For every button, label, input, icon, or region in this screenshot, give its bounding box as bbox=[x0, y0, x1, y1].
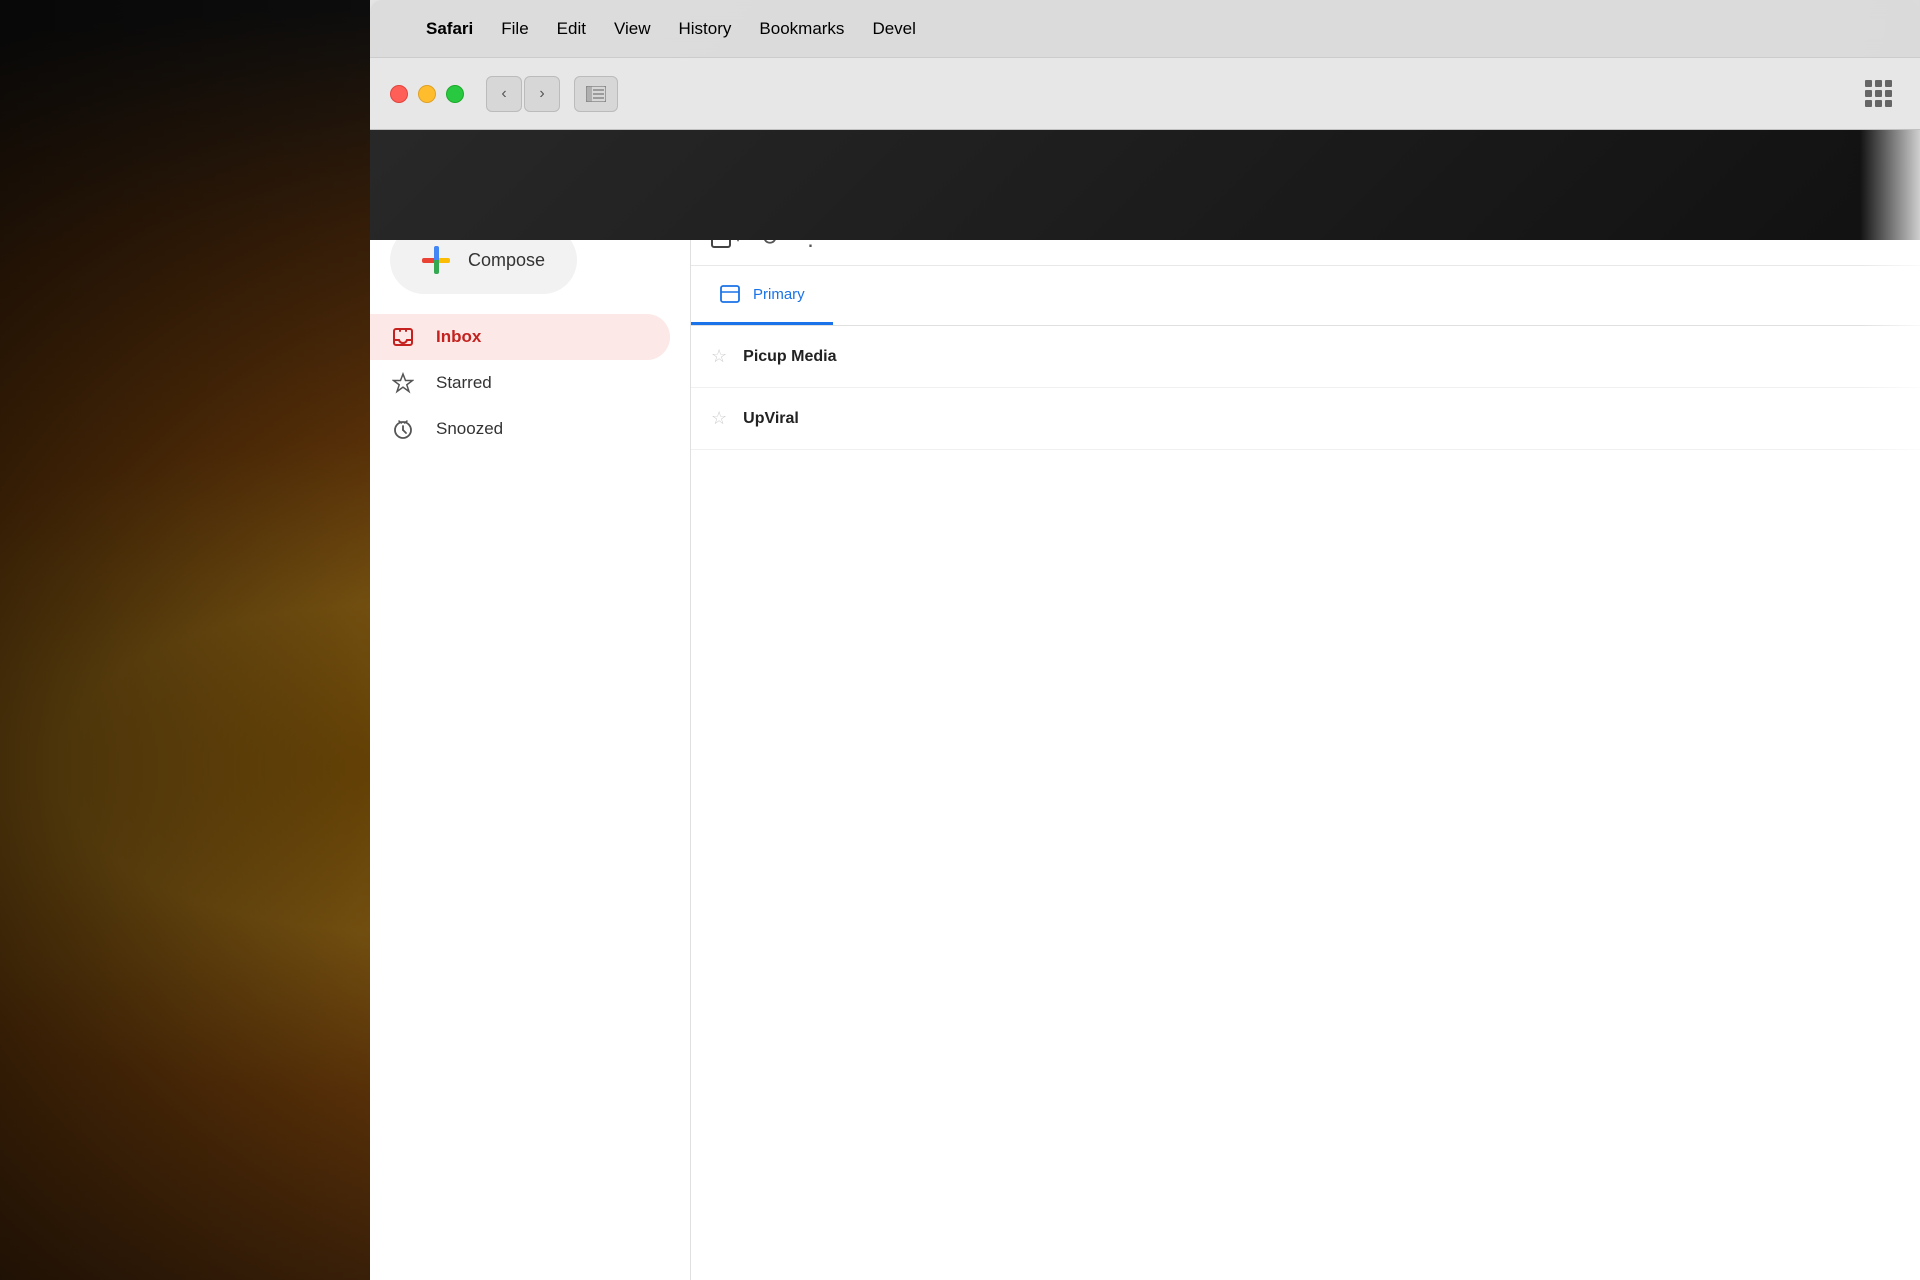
menubar-view[interactable]: View bbox=[614, 19, 651, 39]
close-button[interactable] bbox=[390, 85, 408, 103]
grid-icon bbox=[1865, 80, 1892, 107]
sidebar-icon bbox=[586, 86, 606, 102]
nav-item-starred[interactable]: Starred bbox=[370, 360, 670, 406]
menubar-safari[interactable]: Safari bbox=[426, 19, 473, 39]
email-sender-2: UpViral bbox=[743, 410, 943, 428]
starred-icon bbox=[390, 370, 416, 396]
grid-button[interactable] bbox=[1856, 76, 1900, 112]
primary-tab-label: Primary bbox=[753, 286, 805, 303]
inbox-tabs: Primary bbox=[691, 266, 1920, 326]
star-icon-1[interactable]: ☆ bbox=[711, 346, 727, 367]
minimize-button[interactable] bbox=[418, 85, 436, 103]
primary-tab-icon bbox=[719, 283, 741, 305]
laptop-frame: Safari File Edit View History Bookmarks … bbox=[370, 0, 1920, 1280]
menubar-file[interactable]: File bbox=[501, 19, 528, 39]
gmail-body: Compose Inbox bbox=[370, 210, 1920, 1280]
gmail-area: Gmail 🔍 Search mail Compos bbox=[370, 130, 1920, 1280]
email-sender-1: Picup Media bbox=[743, 348, 943, 366]
back-button[interactable]: ‹ bbox=[486, 76, 522, 112]
forward-icon: › bbox=[539, 85, 544, 103]
compose-label: Compose bbox=[468, 250, 545, 271]
snoozed-icon bbox=[390, 416, 416, 442]
menubar-edit[interactable]: Edit bbox=[557, 19, 586, 39]
email-row-1[interactable]: ☆ Picup Media bbox=[691, 326, 1920, 388]
gmail-sidebar: Compose Inbox bbox=[370, 210, 690, 1280]
menubar-bookmarks[interactable]: Bookmarks bbox=[759, 19, 844, 39]
inbox-label: Inbox bbox=[436, 327, 481, 347]
email-list: ☆ Picup Media ☆ UpViral bbox=[691, 326, 1920, 450]
star-icon-2[interactable]: ☆ bbox=[711, 408, 727, 429]
traffic-lights bbox=[390, 85, 464, 103]
macos-menubar: Safari File Edit View History Bookmarks … bbox=[370, 0, 1920, 58]
fullscreen-button[interactable] bbox=[446, 85, 464, 103]
safari-toolbar: ‹ › bbox=[370, 58, 1920, 130]
inbox-icon bbox=[390, 324, 416, 350]
snoozed-label: Snoozed bbox=[436, 419, 503, 439]
tab-primary[interactable]: Primary bbox=[691, 266, 833, 325]
menubar-develop[interactable]: Devel bbox=[872, 19, 915, 39]
gmail-main: ▾ ↺ ⋮ Primary bbox=[690, 210, 1920, 1280]
compose-plus-icon bbox=[422, 246, 450, 274]
nav-item-inbox[interactable]: Inbox bbox=[370, 314, 670, 360]
nav-buttons: ‹ › bbox=[486, 76, 560, 112]
starred-label: Starred bbox=[436, 373, 492, 393]
forward-button[interactable]: › bbox=[524, 76, 560, 112]
menubar-history[interactable]: History bbox=[679, 19, 732, 39]
sidebar-toggle-button[interactable] bbox=[574, 76, 618, 112]
back-icon: ‹ bbox=[501, 85, 506, 103]
plus-vertical bbox=[434, 246, 439, 274]
nav-item-snoozed[interactable]: Snoozed bbox=[370, 406, 670, 452]
email-row-2[interactable]: ☆ UpViral bbox=[691, 388, 1920, 450]
